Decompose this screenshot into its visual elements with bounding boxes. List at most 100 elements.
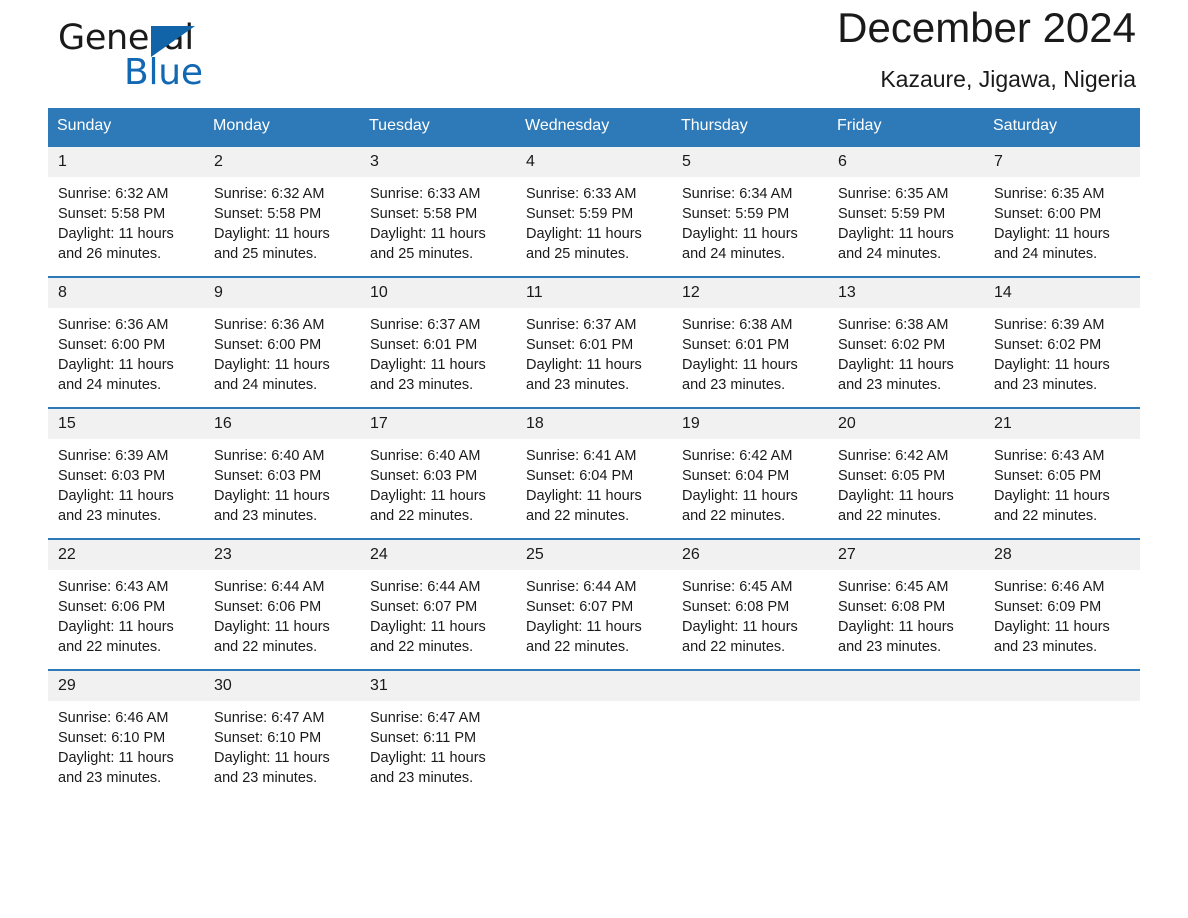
day-cell[interactable]: 2 Sunrise: 6:32 AM Sunset: 5:58 PM Daylight… <box>204 145 360 277</box>
sunrise-text: Sunrise: 6:47 AM <box>214 710 325 726</box>
sunrise-text: Sunrise: 6:37 AM <box>370 317 481 333</box>
day-cell[interactable]: 10 Sunrise: 6:37 AM Sunset: 6:01 PM Dayligh… <box>360 276 516 408</box>
daylight-text-line2: and 23 minutes. <box>214 508 318 524</box>
sunrise-text: Sunrise: 6:39 AM <box>58 448 169 464</box>
sunrise-text: Sunrise: 6:44 AM <box>370 579 481 595</box>
weekday-header-tuesday: Tuesday <box>360 108 516 146</box>
sunset-text: Sunset: 6:06 PM <box>58 599 166 615</box>
sunrise-text: Sunrise: 6:41 AM <box>526 448 637 464</box>
sunrise-text: Sunrise: 6:38 AM <box>838 317 949 333</box>
day-cell[interactable]: 5 Sunrise: 6:34 AM Sunset: 5:59 PM Daylight… <box>672 145 828 277</box>
sunset-text: Sunset: 6:10 PM <box>214 730 322 746</box>
day-cell[interactable]: 17 Sunrise: 6:40 AM Sunset: 6:03 PM Dayligh… <box>360 407 516 539</box>
daylight-text-line2: and 22 minutes. <box>838 508 942 524</box>
weekday-header-friday: Friday <box>828 108 984 146</box>
daylight-text-line1: Daylight: 11 hours <box>838 619 954 635</box>
sunset-text: Sunset: 6:08 PM <box>838 599 946 615</box>
day-cell[interactable]: 27 Sunrise: 6:45 AM Sunset: 6:08 PM Dayligh… <box>828 538 984 670</box>
sunset-text: Sunset: 6:07 PM <box>370 599 478 615</box>
day-cell[interactable]: 9 Sunrise: 6:36 AM Sunset: 6:00 PM Daylight… <box>204 276 360 408</box>
day-cell[interactable]: 21 Sunrise: 6:43 AM Sunset: 6:05 PM Dayligh… <box>984 407 1140 539</box>
sunrise-text: Sunrise: 6:33 AM <box>370 186 481 202</box>
daylight-text-line2: and 24 minutes. <box>214 377 318 393</box>
daylight-text-line2: and 23 minutes. <box>214 770 318 786</box>
day-number: 15 <box>48 409 204 439</box>
day-cell[interactable]: 6 Sunrise: 6:35 AM Sunset: 5:59 PM Daylight… <box>828 145 984 277</box>
daylight-text-line2: and 23 minutes. <box>838 377 942 393</box>
daylight-text-line1: Daylight: 11 hours <box>994 619 1110 635</box>
daylight-text-line1: Daylight: 11 hours <box>526 357 642 373</box>
day-number: 28 <box>984 540 1140 570</box>
sunset-text: Sunset: 6:07 PM <box>526 599 634 615</box>
daylight-text-line1: Daylight: 11 hours <box>838 488 954 504</box>
sunset-text: Sunset: 6:10 PM <box>58 730 166 746</box>
daylight-text-line1: Daylight: 11 hours <box>994 226 1110 242</box>
day-cell[interactable]: 16 Sunrise: 6:40 AM Sunset: 6:03 PM Dayligh… <box>204 407 360 539</box>
sunset-text: Sunset: 6:01 PM <box>526 337 634 353</box>
daylight-text-line1: Daylight: 11 hours <box>370 357 486 373</box>
daylight-text-line1: Daylight: 11 hours <box>370 488 486 504</box>
day-cell[interactable]: 12 Sunrise: 6:38 AM Sunset: 6:01 PM Dayligh… <box>672 276 828 408</box>
page-header: General Blue December 2024 Kazaure, Jiga… <box>48 0 1140 108</box>
sunset-text: Sunset: 6:01 PM <box>370 337 478 353</box>
sunrise-text: Sunrise: 6:35 AM <box>838 186 949 202</box>
daylight-text-line1: Daylight: 11 hours <box>58 226 174 242</box>
day-cell[interactable]: 14 Sunrise: 6:39 AM Sunset: 6:02 PM Dayligh… <box>984 276 1140 408</box>
sunrise-text: Sunrise: 6:35 AM <box>994 186 1105 202</box>
day-number: 13 <box>828 278 984 308</box>
day-cell[interactable]: 25 Sunrise: 6:44 AM Sunset: 6:07 PM Dayligh… <box>516 538 672 670</box>
day-cell[interactable]: 18 Sunrise: 6:41 AM Sunset: 6:04 PM Dayligh… <box>516 407 672 539</box>
daylight-text-line2: and 23 minutes. <box>838 639 942 655</box>
sunset-text: Sunset: 6:01 PM <box>682 337 790 353</box>
day-number: 5 <box>672 147 828 177</box>
day-number: 9 <box>204 278 360 308</box>
sunset-text: Sunset: 6:05 PM <box>994 468 1102 484</box>
day-cell[interactable]: 3 Sunrise: 6:33 AM Sunset: 5:58 PM Daylight… <box>360 145 516 277</box>
day-cell[interactable]: 24 Sunrise: 6:44 AM Sunset: 6:07 PM Dayligh… <box>360 538 516 670</box>
day-cell[interactable]: 7 Sunrise: 6:35 AM Sunset: 6:00 PM Daylight… <box>984 145 1140 277</box>
sunset-text: Sunset: 6:08 PM <box>682 599 790 615</box>
daylight-text-line2: and 22 minutes. <box>994 508 1098 524</box>
day-cell[interactable]: 23 Sunrise: 6:44 AM Sunset: 6:06 PM Dayligh… <box>204 538 360 670</box>
day-cell[interactable]: 13 Sunrise: 6:38 AM Sunset: 6:02 PM Dayligh… <box>828 276 984 408</box>
sunset-text: Sunset: 5:59 PM <box>838 206 946 222</box>
day-cell-empty <box>984 669 1140 800</box>
sunset-text: Sunset: 5:58 PM <box>214 206 322 222</box>
day-cell[interactable]: 28 Sunrise: 6:46 AM Sunset: 6:09 PM Dayligh… <box>984 538 1140 670</box>
day-cell[interactable]: 31 Sunrise: 6:47 AM Sunset: 6:11 PM Dayligh… <box>360 669 516 800</box>
generalblue-logo[interactable]: General Blue <box>48 12 348 98</box>
sunrise-text: Sunrise: 6:43 AM <box>58 579 169 595</box>
day-number: 26 <box>672 540 828 570</box>
daylight-text-line1: Daylight: 11 hours <box>370 226 486 242</box>
daylight-text-line2: and 24 minutes. <box>58 377 162 393</box>
day-number: 30 <box>204 671 360 701</box>
daylight-text-line1: Daylight: 11 hours <box>682 488 798 504</box>
daylight-text-line2: and 22 minutes. <box>58 639 162 655</box>
daylight-text-line2: and 23 minutes. <box>370 377 474 393</box>
daylight-text-line1: Daylight: 11 hours <box>214 619 330 635</box>
sunset-text: Sunset: 5:59 PM <box>682 206 790 222</box>
sunset-text: Sunset: 6:00 PM <box>58 337 166 353</box>
page-title: December 2024 <box>837 4 1136 51</box>
daylight-text-line2: and 23 minutes. <box>526 377 630 393</box>
sunrise-text: Sunrise: 6:36 AM <box>58 317 169 333</box>
day-cell[interactable]: 8 Sunrise: 6:36 AM Sunset: 6:00 PM Daylight… <box>48 276 204 408</box>
day-cell[interactable]: 4 Sunrise: 6:33 AM Sunset: 5:59 PM Daylight… <box>516 145 672 277</box>
sunset-text: Sunset: 6:05 PM <box>838 468 946 484</box>
day-cell[interactable]: 20 Sunrise: 6:42 AM Sunset: 6:05 PM Dayligh… <box>828 407 984 539</box>
day-cell[interactable]: 30 Sunrise: 6:47 AM Sunset: 6:10 PM Dayligh… <box>204 669 360 800</box>
day-cell[interactable]: 26 Sunrise: 6:45 AM Sunset: 6:08 PM Dayligh… <box>672 538 828 670</box>
daylight-text-line1: Daylight: 11 hours <box>526 226 642 242</box>
daylight-text-line2: and 23 minutes. <box>370 770 474 786</box>
day-cell[interactable]: 19 Sunrise: 6:42 AM Sunset: 6:04 PM Dayligh… <box>672 407 828 539</box>
day-cell[interactable]: 22 Sunrise: 6:43 AM Sunset: 6:06 PM Dayligh… <box>48 538 204 670</box>
sunset-text: Sunset: 5:58 PM <box>58 206 166 222</box>
calendar-page: General Blue December 2024 Kazaure, Jiga… <box>0 0 1188 918</box>
day-cell[interactable]: 1 Sunrise: 6:32 AM Sunset: 5:58 PM Daylight… <box>48 145 204 277</box>
sunrise-text: Sunrise: 6:42 AM <box>838 448 949 464</box>
daylight-text-line2: and 22 minutes. <box>214 639 318 655</box>
day-cell[interactable]: 15 Sunrise: 6:39 AM Sunset: 6:03 PM Dayligh… <box>48 407 204 539</box>
day-number: 31 <box>360 671 516 701</box>
day-cell[interactable]: 29 Sunrise: 6:46 AM Sunset: 6:10 PM Dayligh… <box>48 669 204 800</box>
day-cell[interactable]: 11 Sunrise: 6:37 AM Sunset: 6:01 PM Dayligh… <box>516 276 672 408</box>
